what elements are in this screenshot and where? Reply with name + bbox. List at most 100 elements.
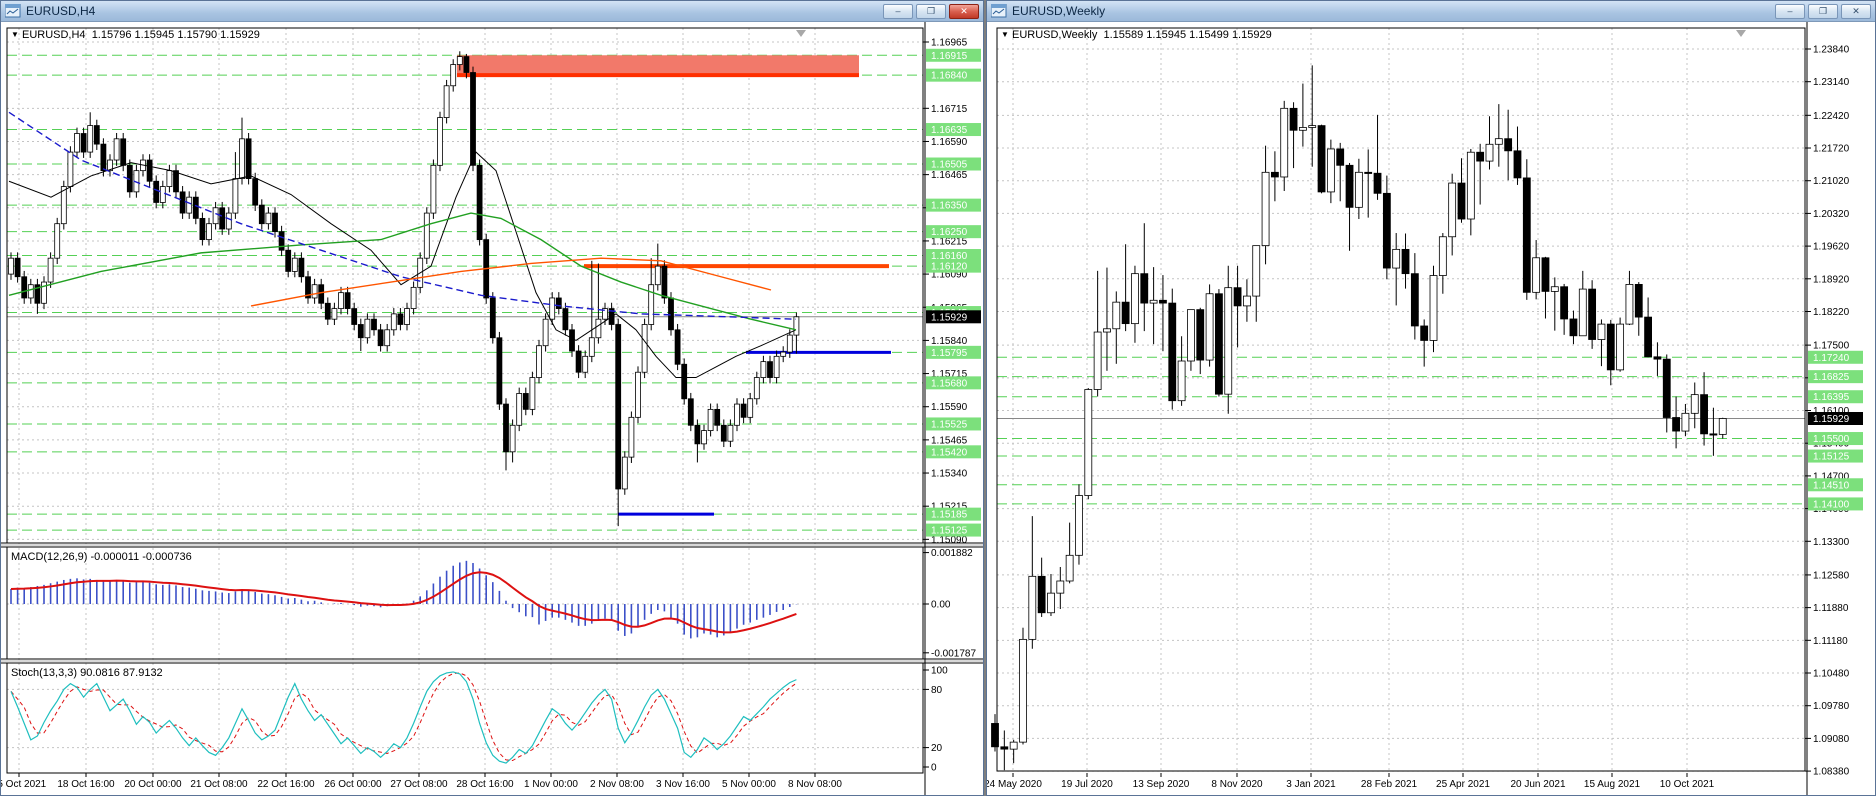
svg-text:5 Nov 00:00: 5 Nov 00:00 xyxy=(722,779,776,790)
svg-text:18 Oct 16:00: 18 Oct 16:00 xyxy=(57,779,115,790)
svg-text:1.23140: 1.23140 xyxy=(1813,77,1850,88)
svg-text:8 Nov 08:00: 8 Nov 08:00 xyxy=(788,779,842,790)
svg-text:-0.001787: -0.001787 xyxy=(931,648,976,659)
svg-text:1.14510: 1.14510 xyxy=(1813,480,1850,491)
svg-text:1.14100: 1.14100 xyxy=(1813,499,1850,510)
svg-text:1.18220: 1.18220 xyxy=(1813,307,1850,318)
svg-text:1.15420: 1.15420 xyxy=(931,447,968,458)
svg-text:19 Jul 2020: 19 Jul 2020 xyxy=(1061,779,1113,790)
chart-window-icon xyxy=(991,4,1007,18)
svg-text:1.16395: 1.16395 xyxy=(1813,392,1850,403)
svg-text:1.15125: 1.15125 xyxy=(1813,452,1850,463)
svg-text:1.13300: 1.13300 xyxy=(1813,537,1850,548)
pane-splitter xyxy=(1,544,983,546)
h4-window-title: EURUSD,H4 xyxy=(26,4,95,18)
svg-text:1.16825: 1.16825 xyxy=(1813,372,1850,383)
chart-window-weekly: EURUSD,Weekly – ❐ ✕ 1.23840 1.23140 1.2242… xyxy=(986,0,1876,796)
svg-text:1.15929: 1.15929 xyxy=(931,312,968,323)
svg-text:1.15680: 1.15680 xyxy=(931,378,968,389)
svg-text:1.16505: 1.16505 xyxy=(931,160,968,171)
svg-text:1.09780: 1.09780 xyxy=(1813,701,1850,712)
svg-text:15 Oct 2021: 15 Oct 2021 xyxy=(1,779,47,790)
svg-text:26 Oct 00:00: 26 Oct 00:00 xyxy=(324,779,382,790)
weekly-window-title: EURUSD,Weekly xyxy=(1012,4,1105,18)
svg-text:20 Oct 00:00: 20 Oct 00:00 xyxy=(124,779,182,790)
svg-text:1.16250: 1.16250 xyxy=(931,227,968,238)
svg-text:8 Nov 2020: 8 Nov 2020 xyxy=(1211,779,1263,790)
restore-button[interactable]: ❐ xyxy=(1808,4,1838,19)
svg-text:1.15340: 1.15340 xyxy=(931,469,968,480)
svg-text:1.16465: 1.16465 xyxy=(931,170,968,181)
chart-window-icon xyxy=(5,4,21,18)
mdi-workspace: EURUSD,H4 – ❐ ✕ 1.169651.167151.165901.1… xyxy=(0,0,1876,796)
weekly-chart-client: 1.23840 1.23140 1.22420 1.21720 1.21020 1.203… xyxy=(987,22,1875,795)
svg-text:1.16715: 1.16715 xyxy=(931,104,968,115)
svg-text:15 Aug 2021: 15 Aug 2021 xyxy=(1584,779,1641,790)
svg-text:1.16120: 1.16120 xyxy=(931,262,968,273)
svg-text:1.18920: 1.18920 xyxy=(1813,274,1850,285)
close-button[interactable]: ✕ xyxy=(1841,4,1871,19)
svg-text:0.001882: 0.001882 xyxy=(931,548,973,559)
svg-text:1.21720: 1.21720 xyxy=(1813,144,1850,155)
svg-text:24 May 2020: 24 May 2020 xyxy=(987,779,1042,790)
svg-text:1.16840: 1.16840 xyxy=(931,71,968,82)
svg-text:1.15929: 1.15929 xyxy=(1813,414,1850,425)
svg-text:20: 20 xyxy=(931,743,943,754)
svg-text:1.11880: 1.11880 xyxy=(1813,603,1849,614)
svg-text:1.12580: 1.12580 xyxy=(1813,570,1850,581)
svg-text:1.22420: 1.22420 xyxy=(1813,111,1850,122)
svg-text:1.21020: 1.21020 xyxy=(1813,176,1850,187)
svg-text:20 Jun 2021: 20 Jun 2021 xyxy=(1510,779,1565,790)
svg-text:1.23840: 1.23840 xyxy=(1813,45,1850,56)
svg-text:1.16965: 1.16965 xyxy=(931,38,968,49)
minimize-button[interactable]: – xyxy=(1775,4,1805,19)
minimize-button[interactable]: – xyxy=(883,4,913,19)
svg-text:1.17240: 1.17240 xyxy=(1813,353,1850,364)
svg-text:3 Jan 2021: 3 Jan 2021 xyxy=(1286,779,1336,790)
svg-text:1 Nov 00:00: 1 Nov 00:00 xyxy=(524,779,578,790)
h4-chart-client: 1.169651.167151.165901.164651.163401.162… xyxy=(1,22,983,795)
svg-text:25 Apr 2021: 25 Apr 2021 xyxy=(1436,779,1490,790)
svg-text:1.10480: 1.10480 xyxy=(1813,669,1850,680)
svg-text:1.20320: 1.20320 xyxy=(1813,209,1850,220)
svg-text:21 Oct 08:00: 21 Oct 08:00 xyxy=(190,779,248,790)
svg-text:0: 0 xyxy=(931,763,937,774)
chart-window-h4: EURUSD,H4 – ❐ ✕ 1.169651.167151.165901.1… xyxy=(0,0,984,796)
svg-text:10 Oct 2021: 10 Oct 2021 xyxy=(1660,779,1715,790)
resistance-zone xyxy=(457,55,859,75)
svg-text:22 Oct 16:00: 22 Oct 16:00 xyxy=(257,779,315,790)
restore-button[interactable]: ❐ xyxy=(916,4,946,19)
svg-text:1.15525: 1.15525 xyxy=(931,419,968,430)
svg-text:1.15125: 1.15125 xyxy=(931,526,968,537)
svg-text:1.16915: 1.16915 xyxy=(931,51,968,62)
svg-text:1.15500: 1.15500 xyxy=(1813,434,1850,445)
svg-text:28 Feb 2021: 28 Feb 2021 xyxy=(1361,779,1418,790)
svg-text:1.15795: 1.15795 xyxy=(931,348,968,359)
svg-text:0.00: 0.00 xyxy=(931,600,951,611)
h4-titlebar[interactable]: EURUSD,H4 – ❐ ✕ xyxy=(1,1,983,22)
svg-text:1.15465: 1.15465 xyxy=(931,435,968,446)
weekly-titlebar[interactable]: EURUSD,Weekly – ❐ ✕ xyxy=(987,1,1875,22)
svg-text:1.15590: 1.15590 xyxy=(931,402,968,413)
svg-text:1.16590: 1.16590 xyxy=(931,137,968,148)
h4-chart-canvas[interactable]: 1.169651.167151.165901.164651.163401.162… xyxy=(1,22,983,795)
svg-text:1.09080: 1.09080 xyxy=(1813,734,1850,745)
svg-text:80: 80 xyxy=(931,685,943,696)
svg-text:1.16350: 1.16350 xyxy=(931,201,968,212)
svg-text:1.19620: 1.19620 xyxy=(1813,242,1850,253)
svg-text:13 Sep 2020: 13 Sep 2020 xyxy=(1133,779,1190,790)
svg-text:28 Oct 16:00: 28 Oct 16:00 xyxy=(456,779,514,790)
svg-text:1.16635: 1.16635 xyxy=(931,125,968,136)
svg-text:1.15185: 1.15185 xyxy=(931,510,968,521)
svg-text:2 Nov 08:00: 2 Nov 08:00 xyxy=(590,779,644,790)
close-button[interactable]: ✕ xyxy=(949,4,979,19)
svg-text:27 Oct 08:00: 27 Oct 08:00 xyxy=(390,779,448,790)
svg-text:1.08380: 1.08380 xyxy=(1813,767,1850,778)
svg-text:3 Nov 16:00: 3 Nov 16:00 xyxy=(656,779,710,790)
svg-text:1.15840: 1.15840 xyxy=(931,336,968,347)
pane-splitter xyxy=(1,660,983,662)
svg-text:100: 100 xyxy=(931,666,948,677)
svg-text:1.17500: 1.17500 xyxy=(1813,341,1850,352)
weekly-chart-canvas[interactable]: 1.23840 1.23140 1.22420 1.21720 1.21020 1.203… xyxy=(987,22,1875,795)
svg-text:1.11180: 1.11180 xyxy=(1813,636,1848,647)
